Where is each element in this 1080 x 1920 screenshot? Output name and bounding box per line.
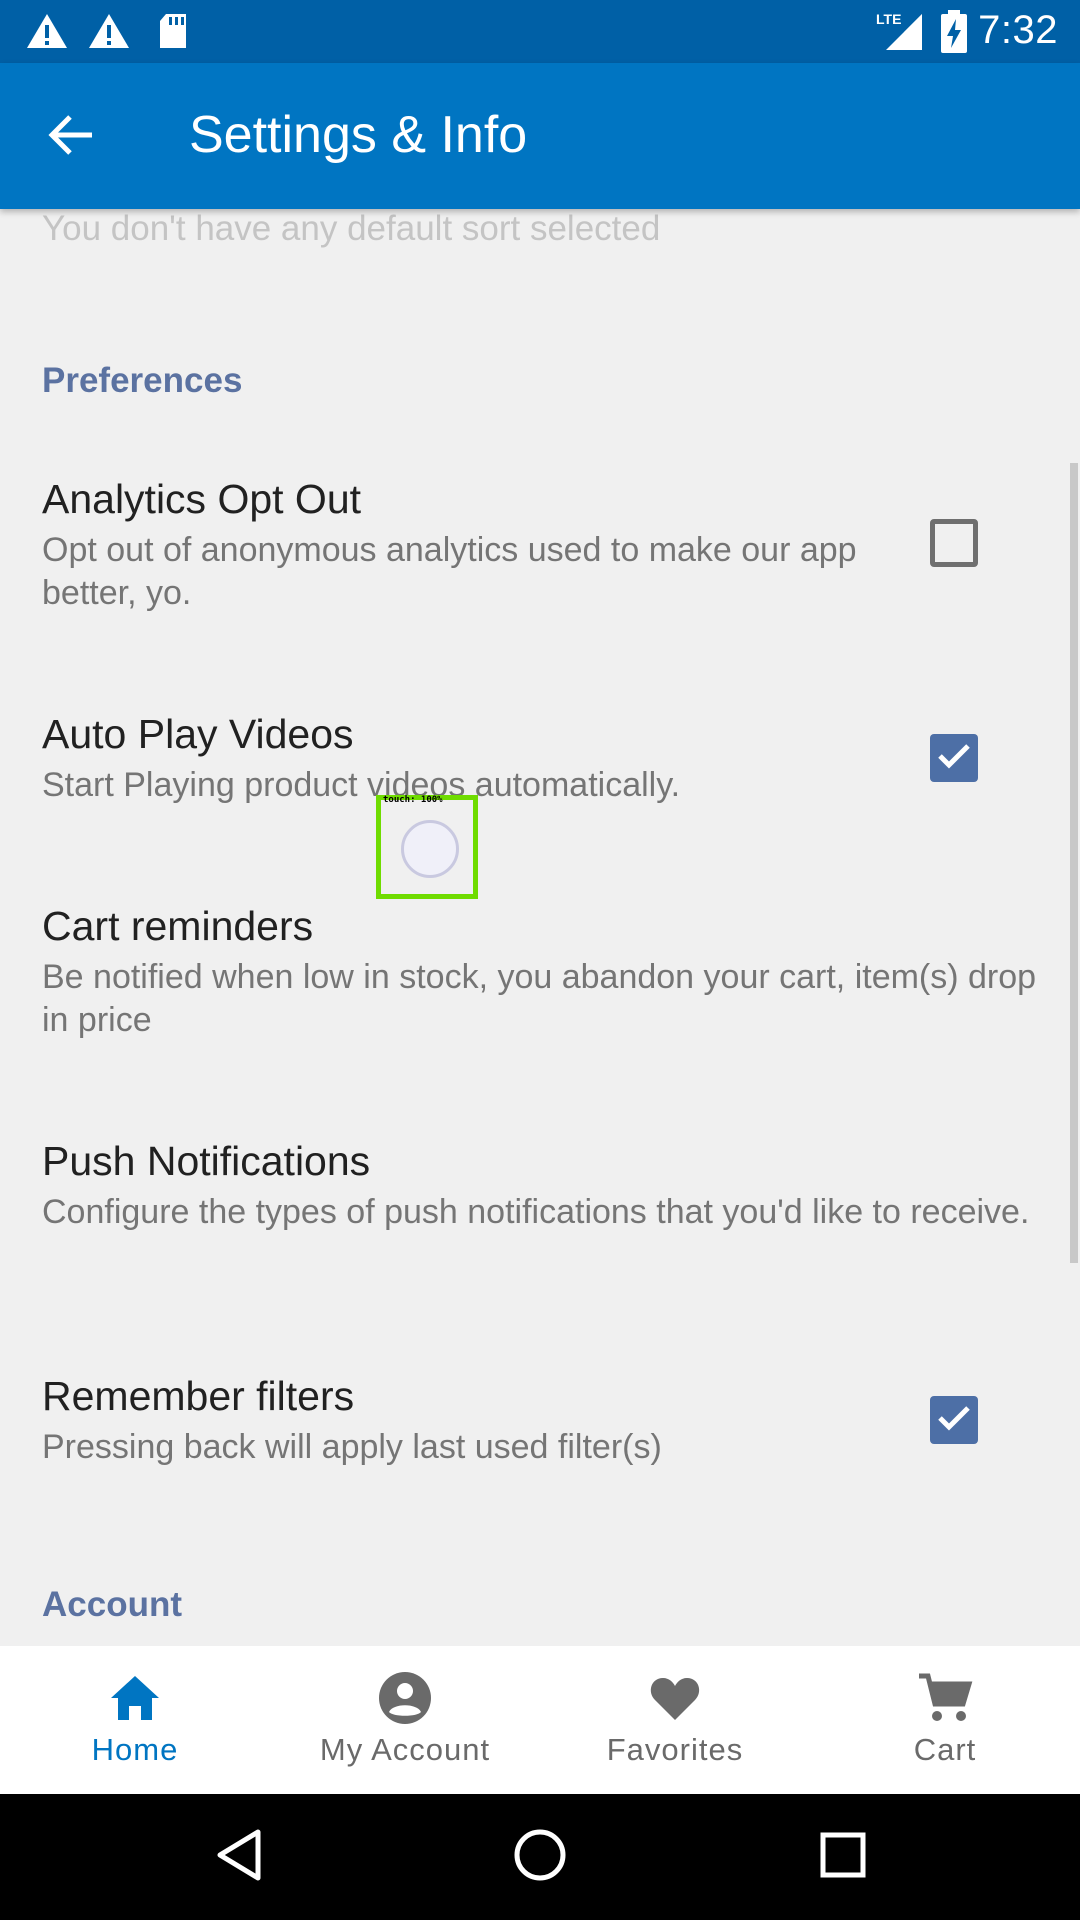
system-recents-button[interactable]	[810, 1824, 876, 1890]
back-button[interactable]	[42, 107, 102, 167]
back-triangle-icon	[214, 1828, 264, 1887]
arrow-back-icon	[48, 113, 96, 162]
status-time: 7:32	[978, 8, 1058, 52]
nav-cart[interactable]: Cart	[810, 1646, 1080, 1794]
system-nav-bar	[0, 1794, 1080, 1920]
nav-label: Home	[91, 1732, 179, 1767]
pref-remember-filters[interactable]: Remember filters Pressing back will appl…	[42, 1373, 872, 1469]
svg-text:LTE: LTE	[876, 11, 901, 27]
section-header-preferences: Preferences	[42, 361, 243, 400]
pref-cart-reminders[interactable]: Cart reminders Be notified when low in s…	[42, 903, 1042, 1042]
status-bar: LTE 7:32	[0, 0, 1080, 63]
check-icon	[936, 1403, 972, 1438]
home-icon	[107, 1670, 163, 1726]
nav-label: Favorites	[606, 1732, 744, 1767]
bottom-nav: Home My Account Favorites Cart	[0, 1646, 1080, 1794]
system-home-button[interactable]	[507, 1824, 573, 1890]
pref-analytics-opt-out[interactable]: Analytics Opt Out Opt out of anonymous a…	[42, 476, 872, 615]
remember-filters-checkbox[interactable]	[930, 1396, 978, 1444]
screen: LTE 7:32 Settings & Info You don't have …	[0, 0, 1080, 1920]
pref-summary: Be notified when low in stock, you aband…	[42, 958, 1037, 1040]
warning-icon	[88, 12, 130, 55]
cart-icon	[917, 1670, 973, 1726]
auto-play-videos-checkbox[interactable]	[930, 734, 978, 782]
nav-label: My Account	[319, 1732, 491, 1767]
pref-title: Auto Play Videos	[42, 711, 354, 757]
nav-my-account[interactable]: My Account	[270, 1646, 540, 1794]
pref-summary: Opt out of anonymous analytics used to m…	[42, 531, 857, 613]
touch-label: touch: 100%	[383, 795, 443, 805]
lte-signal-icon: LTE	[874, 10, 926, 57]
system-back-button[interactable]	[206, 1824, 272, 1890]
sd-card-icon	[156, 12, 190, 55]
pref-title: Analytics Opt Out	[42, 476, 362, 522]
analytics-opt-out-checkbox[interactable]	[930, 519, 978, 567]
section-header-account: Account	[42, 1585, 182, 1624]
nav-favorites[interactable]: Favorites	[540, 1646, 810, 1794]
nav-label: Cart	[913, 1732, 977, 1767]
settings-list[interactable]: You don't have any default sort selected…	[0, 209, 1080, 1646]
touch-point	[401, 820, 459, 878]
home-circle-icon	[512, 1827, 568, 1888]
pref-title: Cart reminders	[42, 903, 314, 949]
default-sort-summary: You don't have any default sort selected	[42, 209, 661, 248]
recents-square-icon	[818, 1830, 868, 1885]
pref-title: Remember filters	[42, 1373, 355, 1419]
heart-icon	[647, 1670, 703, 1726]
check-icon	[936, 741, 972, 776]
account-circle-icon	[377, 1670, 433, 1726]
touch-indicator: touch: 100%	[376, 795, 478, 899]
scrollbar[interactable]	[1070, 463, 1078, 1263]
app-bar: Settings & Info	[0, 63, 1080, 209]
pref-auto-play-videos[interactable]: Auto Play Videos Start Playing product v…	[42, 711, 872, 807]
pref-summary: Pressing back will apply last used filte…	[42, 1428, 662, 1467]
pref-summary: Configure the types of push notification…	[42, 1193, 1030, 1232]
nav-home[interactable]: Home	[0, 1646, 270, 1794]
warning-icon	[26, 12, 68, 55]
battery-charging-icon	[940, 10, 968, 59]
page-title: Settings & Info	[189, 106, 528, 164]
pref-push-notifications[interactable]: Push Notifications Configure the types o…	[42, 1138, 1032, 1234]
pref-title: Push Notifications	[42, 1138, 371, 1184]
